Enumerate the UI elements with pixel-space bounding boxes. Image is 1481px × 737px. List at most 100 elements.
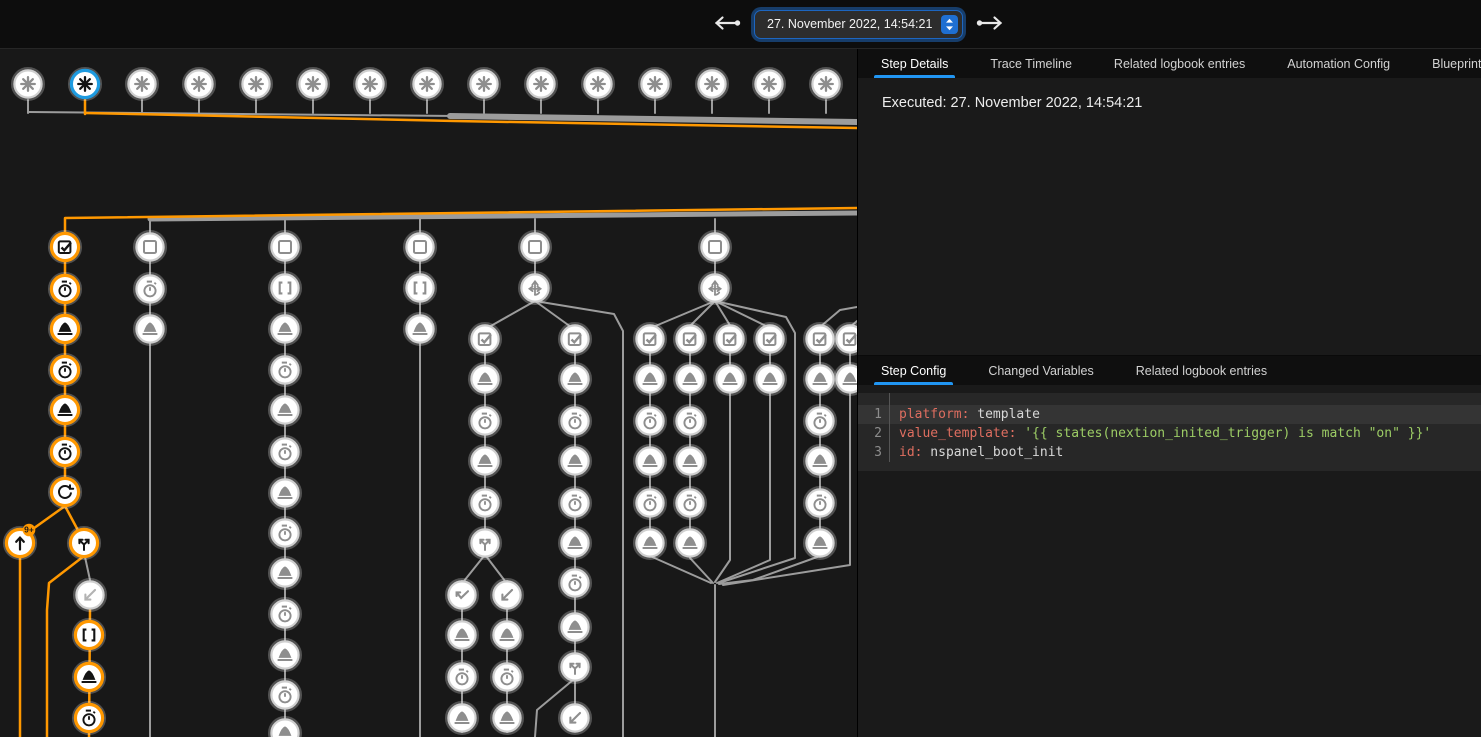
node-timer[interactable] — [50, 437, 81, 468]
node-timer[interactable] — [270, 518, 301, 549]
tab-related-logbook-entries[interactable]: Related logbook entries — [1115, 356, 1288, 385]
node-dish[interactable] — [270, 478, 301, 509]
node-arrow-decision[interactable] — [520, 273, 551, 304]
node-arrow-bottom-left[interactable] — [75, 580, 106, 611]
node-timer[interactable] — [635, 488, 666, 519]
tab-related-logbook-entries[interactable]: Related logbook entries — [1093, 49, 1266, 78]
node-dish[interactable] — [675, 446, 706, 477]
node-asterisk[interactable] — [583, 69, 614, 100]
node-dish[interactable] — [835, 364, 857, 395]
node-asterisk[interactable] — [640, 69, 671, 100]
node-checkbox-marked[interactable] — [675, 324, 706, 355]
node-asterisk[interactable] — [70, 69, 101, 100]
node-timer[interactable] — [50, 274, 81, 305]
node-dish[interactable] — [270, 640, 301, 671]
node-asterisk[interactable] — [412, 69, 443, 100]
node-brackets[interactable] — [270, 273, 301, 304]
node-asterisk[interactable] — [127, 69, 158, 100]
node-asterisk[interactable] — [469, 69, 500, 100]
node-timer[interactable] — [560, 568, 591, 599]
node-timer[interactable] — [270, 680, 301, 711]
node-brackets[interactable] — [74, 620, 105, 651]
yaml-editor[interactable]: 1platform: template2value_template: '{{ … — [858, 393, 1481, 471]
node-call-split[interactable] — [69, 528, 100, 559]
node-checkbox-blank[interactable] — [520, 232, 551, 263]
node-dish[interactable] — [560, 446, 591, 477]
node-dish[interactable] — [635, 528, 666, 559]
tab-step-config[interactable]: Step Config — [860, 356, 967, 385]
node-call-split[interactable] — [470, 528, 501, 559]
node-dish[interactable] — [470, 364, 501, 395]
node-timer[interactable] — [270, 599, 301, 630]
node-checkbox-marked[interactable] — [835, 324, 857, 355]
node-arrow-bottom-left[interactable] — [492, 580, 523, 611]
node-asterisk[interactable] — [526, 69, 557, 100]
node-checkbox-marked[interactable] — [635, 324, 666, 355]
node-dish[interactable] — [270, 314, 301, 345]
node-dish[interactable] — [805, 446, 836, 477]
tab-step-details[interactable]: Step Details — [860, 49, 969, 78]
node-timer[interactable] — [635, 406, 666, 437]
node-dish[interactable] — [270, 718, 301, 737]
node-dish[interactable] — [635, 446, 666, 477]
node-dish[interactable] — [560, 364, 591, 395]
node-arrow-up[interactable]: 9+ — [5, 524, 36, 559]
node-checkbox-blank[interactable] — [700, 232, 731, 263]
node-timer[interactable] — [135, 274, 166, 305]
node-timer[interactable] — [492, 662, 523, 693]
node-dish[interactable] — [560, 528, 591, 559]
node-timer[interactable] — [805, 488, 836, 519]
node-dish[interactable] — [50, 314, 81, 345]
node-asterisk[interactable] — [754, 69, 785, 100]
node-dish[interactable] — [805, 364, 836, 395]
node-checkbox-marked[interactable] — [715, 324, 746, 355]
node-dish[interactable] — [675, 364, 706, 395]
node-dish[interactable] — [492, 703, 523, 734]
node-dish[interactable] — [270, 395, 301, 426]
node-dish[interactable] — [405, 314, 436, 345]
node-dish[interactable] — [270, 558, 301, 589]
node-timer[interactable] — [560, 406, 591, 437]
node-timer[interactable] — [447, 662, 478, 693]
tab-trace-timeline[interactable]: Trace Timeline — [969, 49, 1093, 78]
node-dish[interactable] — [492, 620, 523, 651]
node-asterisk[interactable] — [184, 69, 215, 100]
node-asterisk[interactable] — [811, 69, 842, 100]
node-asterisk[interactable] — [241, 69, 272, 100]
node-timer[interactable] — [270, 355, 301, 386]
node-checkbox-marked[interactable] — [560, 324, 591, 355]
node-timer[interactable] — [74, 703, 105, 734]
node-timer[interactable] — [560, 488, 591, 519]
node-checkbox-blank[interactable] — [405, 232, 436, 263]
node-arrow-bottom-left[interactable] — [560, 703, 591, 734]
prev-trace-button[interactable] — [712, 9, 742, 39]
node-checkbox-marked[interactable] — [470, 324, 501, 355]
node-timer[interactable] — [50, 355, 81, 386]
node-asterisk[interactable] — [355, 69, 386, 100]
node-timer[interactable] — [470, 406, 501, 437]
node-asterisk[interactable] — [298, 69, 329, 100]
node-timer[interactable] — [270, 437, 301, 468]
node-arrow-check[interactable] — [447, 580, 478, 611]
node-checkbox-marked[interactable] — [755, 324, 786, 355]
node-timer[interactable] — [675, 406, 706, 437]
node-dish[interactable] — [447, 703, 478, 734]
tab-blueprint-config[interactable]: Blueprint Config — [1411, 49, 1481, 78]
node-dish[interactable] — [635, 364, 666, 395]
node-checkbox-blank[interactable] — [135, 232, 166, 263]
tab-automation-config[interactable]: Automation Config — [1266, 49, 1411, 78]
node-checkbox-blank[interactable] — [270, 232, 301, 263]
trace-timestamp-select[interactable]: 27. November 2022, 14:54:21 — [754, 10, 963, 39]
node-arrow-decision[interactable] — [700, 273, 731, 304]
node-timer[interactable] — [805, 406, 836, 437]
node-dish[interactable] — [675, 528, 706, 559]
node-refresh[interactable] — [50, 477, 81, 508]
next-trace-button[interactable] — [975, 9, 1005, 39]
node-call-split[interactable] — [560, 652, 591, 683]
node-asterisk[interactable] — [697, 69, 728, 100]
node-dish[interactable] — [74, 662, 105, 693]
node-dish[interactable] — [805, 528, 836, 559]
node-timer[interactable] — [470, 488, 501, 519]
node-checkbox-marked[interactable] — [805, 324, 836, 355]
node-dish[interactable] — [755, 364, 786, 395]
